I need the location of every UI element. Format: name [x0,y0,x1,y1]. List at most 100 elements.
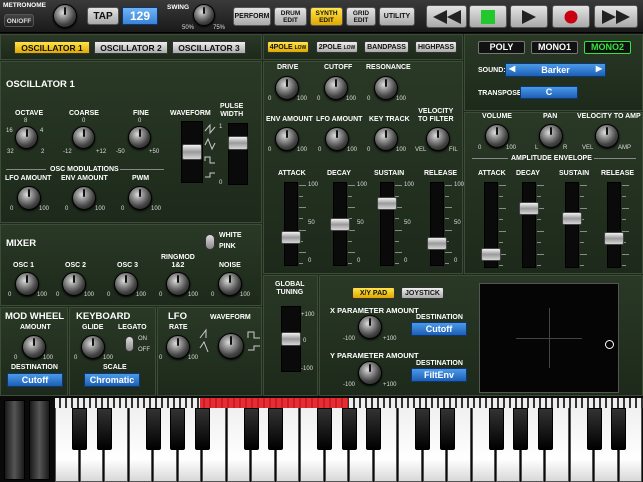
filter-highpass-button[interactable]: HIGHPASS [415,41,457,53]
mixer-osc2-knob[interactable] [62,272,86,296]
black-key[interactable] [72,408,87,450]
black-key[interactable] [194,408,210,450]
amp-env-sustain-handle[interactable] [562,212,582,226]
black-key[interactable] [513,408,528,450]
black-key[interactable] [96,408,112,450]
black-key[interactable] [268,408,283,450]
waveform-selector-handle[interactable] [182,144,202,160]
transpose-select[interactable]: C [520,86,578,99]
resonance-knob[interactable] [374,76,398,100]
play-button[interactable] [469,5,507,28]
global-tuning-slider[interactable] [281,306,301,372]
pan-knob[interactable] [539,124,563,148]
rewind-button[interactable] [426,5,467,28]
black-key[interactable] [170,408,185,450]
xy-pad-cursor[interactable] [605,340,614,349]
drive-knob[interactable] [275,76,299,100]
amp-env-release-slider[interactable] [607,182,621,268]
sound-select[interactable]: ◀ Barker ▶ [505,63,606,77]
voice-mono2-button[interactable]: MONO2 [584,41,631,54]
filter-env-attack-slider[interactable] [284,182,298,266]
mixer-noise-knob[interactable] [218,272,242,296]
glide-knob[interactable] [81,335,105,359]
tab-oscillator-3[interactable]: OSCILLATOR 3 [172,41,246,54]
x-parameter-knob[interactable] [358,315,382,339]
black-key[interactable] [317,408,332,450]
x-destination-select[interactable]: Cutoff [411,322,467,336]
black-key[interactable] [415,408,430,450]
fine-knob[interactable] [128,126,151,149]
filter-env-sustain-handle[interactable] [377,197,397,211]
velocity-to-filter-knob[interactable] [426,127,450,151]
nav-grid-edit-button[interactable]: GRID EDIT [346,7,376,26]
mixer-osc1-knob[interactable] [15,272,39,296]
octave-knob[interactable] [15,126,38,149]
xy-pad[interactable] [479,283,619,393]
amp-env-decay-slider[interactable] [522,182,536,268]
play-forward-button[interactable] [510,5,548,28]
filter-env-sustain-slider[interactable] [380,182,394,266]
pulse-width-slider[interactable] [228,123,248,185]
y-parameter-knob[interactable] [358,361,382,385]
nav-synth-edit-button[interactable]: SYNTH EDIT [310,7,343,26]
sound-prev-icon[interactable]: ◀ [509,64,515,73]
filter-2pole-button[interactable]: 2POLE LOW [316,41,358,53]
filter-env-amount-knob[interactable] [275,127,299,151]
keyboard-range-strip[interactable] [55,398,643,408]
mod-wheel-destination-select[interactable]: Cutoff [7,373,63,387]
voice-mono1-button[interactable]: MONO1 [531,41,578,54]
keyboard-range-highlight[interactable] [200,398,348,408]
xy-pad-mode-button[interactable]: X/Y PAD [352,287,395,299]
filter-env-release-handle[interactable] [427,236,447,250]
nav-utility-button[interactable]: UTILITY [379,7,415,26]
nav-drum-edit-button[interactable]: DRUM EDIT [274,7,307,26]
metronome-knob[interactable] [53,4,77,28]
fast-forward-button[interactable] [594,5,638,28]
record-button[interactable] [552,5,590,28]
black-key[interactable] [366,408,381,450]
pulse-width-handle[interactable] [228,136,248,150]
filter-env-attack-handle[interactable] [281,231,301,244]
black-key[interactable] [341,408,357,450]
swing-knob[interactable] [193,4,215,26]
black-key[interactable] [586,408,602,450]
filter-env-release-slider[interactable] [430,182,444,266]
sound-next-icon[interactable]: ▶ [596,64,602,73]
filter-lfo-amount-knob[interactable] [325,127,349,151]
black-key[interactable] [145,408,161,450]
amp-env-attack-handle[interactable] [481,248,501,262]
lfo-rate-knob[interactable] [166,335,190,359]
filter-4pole-button[interactable]: 4POLE LOW [267,41,309,53]
y-destination-select[interactable]: FiltEnv [411,368,467,382]
amp-env-decay-handle[interactable] [519,202,539,216]
mixer-ringmod-knob[interactable] [166,272,190,296]
nav-perform-button[interactable]: PERFORM [233,7,271,26]
scale-select[interactable]: Chromatic [84,373,140,387]
waveform-selector[interactable] [181,121,203,183]
filter-env-decay-handle[interactable] [330,218,350,232]
voice-poly-button[interactable]: POLY [478,41,525,54]
velocity-to-amp-knob[interactable] [595,124,619,148]
black-key[interactable] [243,408,259,450]
tempo-display[interactable]: 129 [122,7,158,25]
black-key[interactable] [537,408,553,450]
tap-button[interactable]: TAP [87,7,119,25]
pwm-knob[interactable] [128,186,152,210]
noise-type-toggle[interactable] [205,234,215,250]
mixer-osc3-knob[interactable] [114,272,138,296]
mod-wheel[interactable] [29,400,50,480]
cutoff-knob[interactable] [324,76,348,100]
coarse-knob[interactable] [72,126,95,149]
metronome-onoff-button[interactable]: ON/OFF [4,14,34,27]
tab-oscillator-1[interactable]: OSCILLATOR 1 [14,41,90,54]
amp-env-release-handle[interactable] [604,232,624,246]
pitch-bend-wheel[interactable] [4,400,25,480]
filter-bandpass-button[interactable]: BANDPASS [364,41,409,53]
joystick-mode-button[interactable]: JOYSTICK [401,287,444,299]
black-key[interactable] [439,408,455,450]
black-key[interactable] [488,408,504,450]
global-tuning-handle[interactable] [281,332,301,346]
key-track-knob[interactable] [374,127,398,151]
tab-oscillator-2[interactable]: OSCILLATOR 2 [94,41,168,54]
osc-env-amount-knob[interactable] [72,186,96,210]
